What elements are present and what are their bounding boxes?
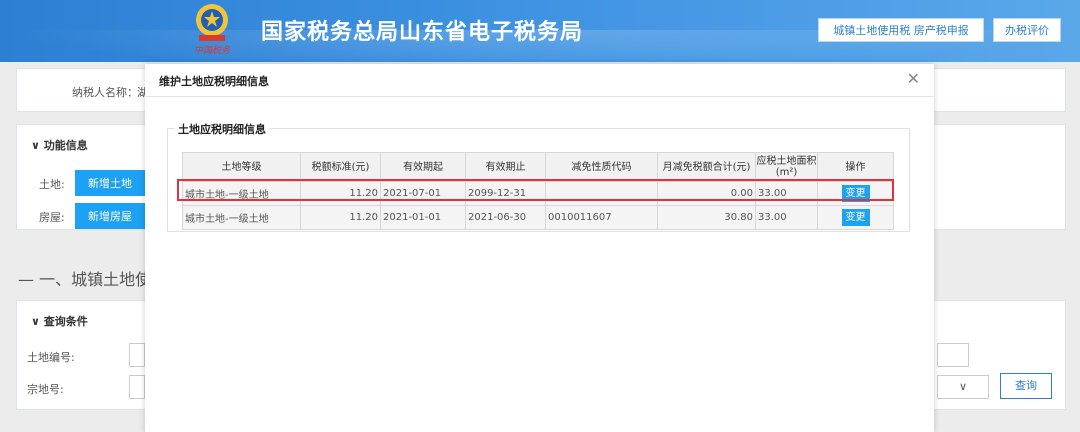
table-row: 城市土地-一级土地 11.20 2021-01-01 2021-06-30 00… — [182, 205, 894, 230]
site-title: 国家税务总局山东省电子税务局 — [261, 20, 584, 45]
chevron-down-icon: ∨ — [958, 380, 968, 393]
land-no-label: 土地编号: — [27, 351, 75, 364]
col-header: 操作 — [817, 152, 894, 182]
detail-table: 土地等级 税额标准(元) 有效期起 有效期止 减免性质代码 月减免税额合计(元)… — [182, 152, 894, 230]
add-land-button[interactable]: 新增土地 — [75, 170, 145, 196]
land-no-input-right[interactable] — [937, 343, 969, 367]
change-button[interactable]: 变更 — [841, 209, 870, 226]
close-icon[interactable]: ✕ — [907, 69, 920, 88]
cell-action: 变更 — [817, 205, 894, 230]
modal-divider — [145, 96, 934, 97]
col-header: 应税土地面积(m²) — [755, 152, 818, 182]
cell-grade: 城市土地-一级土地 — [182, 181, 301, 206]
cell-action: 变更 — [817, 181, 894, 206]
select-dropdown[interactable]: ∨ — [937, 375, 989, 399]
house-label: 房屋: — [39, 211, 65, 224]
cell-start: 2021-01-01 — [380, 205, 466, 230]
evaluation-button[interactable]: 办税评价 — [993, 18, 1061, 42]
query-button[interactable]: 查询 — [1000, 373, 1052, 399]
cell-standard: 11.20 — [300, 181, 381, 206]
cell-area: 33.00 — [755, 205, 818, 230]
cell-end: 2021-06-30 — [465, 205, 546, 230]
land-detail-modal: 维护土地应税明细信息 ✕ 土地应税明细信息 土地等级 税额标准(元) 有效期起 … — [145, 64, 934, 432]
query-section-title: ∨ 查询条件 — [31, 315, 88, 328]
cell-relief: 0.00 — [657, 181, 756, 206]
add-house-button[interactable]: 新增房屋 — [75, 203, 145, 229]
taxpayer-label: 纳税人名称： — [72, 86, 138, 99]
col-header: 减免性质代码 — [545, 152, 658, 182]
col-header: 有效期起 — [380, 152, 466, 182]
cell-code — [545, 181, 658, 206]
tax-emblem-icon — [196, 4, 228, 41]
table-header-row: 土地等级 税额标准(元) 有效期起 有效期止 减免性质代码 月减免税额合计(元)… — [182, 152, 894, 182]
cell-end: 2099-12-31 — [465, 181, 546, 206]
col-header: 月减免税额合计(元) — [657, 152, 756, 182]
parcel-no-label: 宗地号: — [27, 383, 64, 396]
parcel-no-input[interactable] — [129, 375, 145, 399]
function-section-title: ∨ 功能信息 — [31, 139, 88, 152]
col-header: 土地等级 — [182, 152, 301, 182]
change-button[interactable]: 变更 — [841, 185, 870, 202]
site-header: 中国税务 国家税务总局山东省电子税务局 城镇土地使用税 房产税申报 办税评价 — [0, 0, 1080, 62]
col-header: 有效期止 — [465, 152, 546, 182]
land-label: 土地: — [39, 178, 65, 191]
cell-area: 33.00 — [755, 181, 818, 206]
cell-relief: 30.80 — [657, 205, 756, 230]
section-heading: — 一、城镇土地使 — [18, 270, 152, 289]
fieldset-legend: 土地应税明细信息 — [175, 121, 269, 137]
cell-code: 0010011607 — [545, 205, 658, 230]
cell-standard: 11.20 — [300, 205, 381, 230]
cell-grade: 城市土地-一级土地 — [182, 205, 301, 230]
table-row: 城市土地-一级土地 11.20 2021-07-01 2099-12-31 0.… — [182, 181, 894, 206]
land-no-input[interactable] — [129, 343, 145, 367]
col-header: 税额标准(元) — [300, 152, 381, 182]
modal-title: 维护土地应税明细信息 — [159, 75, 269, 88]
emblem-subtext: 中国税务 — [194, 46, 231, 56]
cell-start: 2021-07-01 — [380, 181, 466, 206]
land-tax-declare-button[interactable]: 城镇土地使用税 房产税申报 — [818, 18, 984, 42]
